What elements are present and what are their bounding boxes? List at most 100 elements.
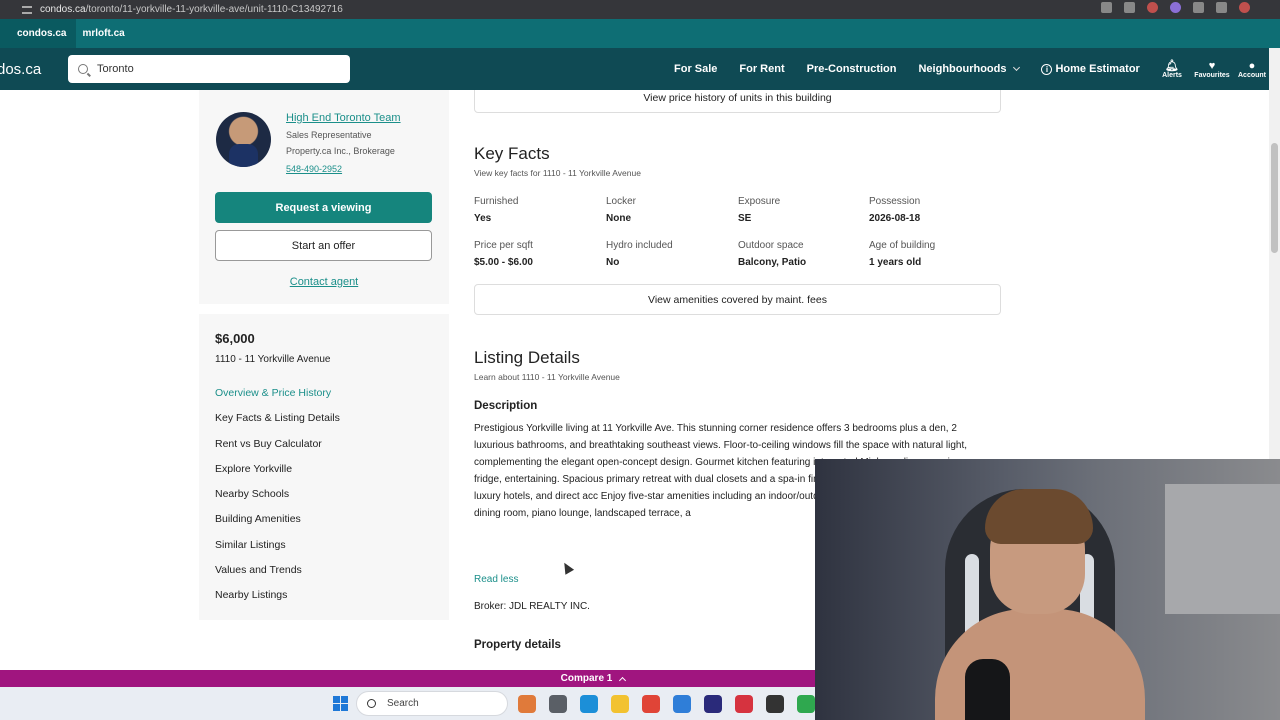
extension-icon[interactable] [1170, 2, 1181, 13]
fact-exposure: Exposure SE [738, 196, 863, 224]
alerts-button[interactable]: 🔔︎ Alerts [1152, 48, 1192, 90]
site-logo[interactable]: dos.ca [0, 61, 68, 78]
header-icons: 🔔︎ Alerts ♥ Favourites ● Account [1152, 48, 1272, 90]
fact-locker: Locker None [606, 196, 731, 224]
section-nav-item[interactable]: Key Facts & Listing Details [215, 412, 340, 437]
fact-label: Possession [869, 196, 921, 207]
file-explorer-icon[interactable] [611, 695, 629, 713]
app-red-icon[interactable] [735, 695, 753, 713]
section-nav-item[interactable]: Values and Trends [215, 564, 340, 589]
fact-label: Hydro included [606, 240, 673, 251]
fact-value: $5.00 - $6.00 [474, 257, 533, 268]
browser-extension-icons [1101, 2, 1250, 13]
nav-for-sale[interactable]: For Sale [674, 63, 717, 75]
edge-icon[interactable] [580, 695, 598, 713]
nav-home-estimator-label: Home Estimator [1055, 63, 1140, 75]
eye-off-icon[interactable] [1101, 2, 1112, 13]
search-input[interactable]: Toronto [68, 55, 350, 83]
fact-label: Price per sqft [474, 240, 533, 251]
url-text[interactable]: condos.ca/toronto/11-yorkville-11-yorkvi… [40, 4, 343, 15]
section-nav-item[interactable]: Rent vs Buy Calculator [215, 438, 340, 463]
nav-neighbourhoods[interactable]: Neighbourhoods [918, 63, 1021, 75]
section-nav-item[interactable]: Nearby Schools [215, 488, 340, 513]
listing-price: $6,000 [215, 331, 255, 346]
drive-icon[interactable] [797, 695, 815, 713]
fact-value: 2026-08-18 [869, 213, 921, 224]
fact-value: No [606, 257, 620, 268]
chevron-down-icon [1013, 63, 1021, 72]
fact-furnished: Furnished Yes [474, 196, 599, 224]
copilot-icon[interactable] [518, 695, 536, 713]
fact-price-per-sqft: Price per sqft $5.00 - $6.00 [474, 240, 599, 268]
agent-role: Sales Representative [286, 130, 372, 140]
fact-value: Yes [474, 213, 492, 224]
info-icon: i [1041, 63, 1053, 75]
scrollbar-thumb[interactable] [1271, 143, 1278, 253]
premiere-icon[interactable] [704, 695, 722, 713]
nav-neighbourhoods-label: Neighbourhoods [918, 63, 1007, 75]
task-view-icon[interactable] [549, 695, 567, 713]
fact-label: Age of building [869, 240, 936, 251]
fact-possession: Possession 2026-08-18 [869, 196, 994, 224]
nav-pre-construction[interactable]: Pre-Construction [807, 63, 897, 75]
windows-start-icon[interactable] [333, 696, 348, 711]
profile-avatar-icon[interactable] [1239, 2, 1250, 13]
section-nav-item[interactable]: Building Amenities [215, 513, 340, 538]
fact-label: Furnished [474, 196, 519, 207]
tab-condos[interactable]: condos.ca [0, 19, 77, 48]
start-offer-button[interactable]: Start an offer [215, 230, 432, 261]
account-button[interactable]: ● Account [1232, 48, 1272, 90]
contact-agent-link[interactable]: Contact agent [199, 276, 449, 288]
section-nav: Overview & Price History Key Facts & Lis… [215, 387, 340, 615]
fact-label: Locker [606, 196, 637, 207]
site-header: dos.ca Toronto For Sale For Rent Pre-Con… [0, 48, 1280, 90]
search-value: Toronto [97, 63, 134, 75]
tab-mrloft[interactable]: mrloft.ca [76, 19, 134, 48]
broker-text: Broker: JDL REALTY INC. [474, 601, 590, 612]
key-facts-subtitle: View key facts for 1110 - 11 Yorkville A… [474, 168, 641, 178]
star-icon[interactable] [1124, 2, 1135, 13]
section-nav-item[interactable]: Explore Yorkville [215, 463, 340, 488]
alerts-label: Alerts [1162, 71, 1182, 79]
listing-sidebar: $6,000 1110 - 11 Yorkville Avenue Overvi… [199, 314, 449, 620]
section-nav-item[interactable]: Similar Listings [215, 539, 340, 564]
fact-label: Outdoor space [738, 240, 804, 251]
site-info-icon[interactable] [22, 5, 32, 14]
section-nav-item[interactable]: Nearby Listings [215, 589, 340, 614]
bookmark-tabs: condos.ca mrloft.ca [0, 19, 1280, 48]
taskbar-apps [518, 695, 846, 713]
request-viewing-button[interactable]: Request a viewing [215, 192, 432, 223]
amenities-button[interactable]: View amenities covered by maint. fees [474, 284, 1001, 315]
puzzle-icon[interactable] [1193, 2, 1204, 13]
nav-for-rent[interactable]: For Rent [739, 63, 784, 75]
agent-card: High End Toronto Team Sales Representati… [199, 90, 449, 304]
favourites-label: Favourites [1194, 71, 1230, 79]
obs-icon[interactable] [766, 695, 784, 713]
description-heading: Description [474, 400, 538, 412]
fact-value: None [606, 213, 631, 224]
agent-name-link[interactable]: High End Toronto Team [286, 112, 401, 124]
agent-phone-link[interactable]: 548-490-2952 [286, 164, 342, 174]
webcam-overlay [815, 459, 1280, 720]
compare-label: Compare 1 [560, 673, 613, 684]
section-nav-item[interactable]: Overview & Price History [215, 387, 340, 412]
heart-icon: ♥ [1208, 59, 1216, 72]
read-less-link[interactable]: Read less [474, 574, 518, 585]
favourites-button[interactable]: ♥ Favourites [1192, 48, 1232, 90]
chrome-icon[interactable] [642, 695, 660, 713]
taskbar-search[interactable]: Search [356, 691, 508, 716]
reading-list-icon[interactable] [1216, 2, 1227, 13]
agent-avatar [216, 112, 271, 167]
price-history-button[interactable]: View price history of units in this buil… [474, 90, 1001, 113]
nav-home-estimator[interactable]: i Home Estimator [1041, 63, 1140, 75]
browser-address-bar[interactable]: condos.ca/toronto/11-yorkville-11-yorkvi… [0, 0, 1280, 19]
store-icon[interactable] [673, 695, 691, 713]
extension-icon[interactable] [1147, 2, 1158, 13]
property-details-heading: Property details [474, 639, 561, 651]
mouse-cursor [559, 560, 575, 575]
agent-brokerage: Property.ca Inc., Brokerage [286, 146, 395, 156]
webcam-person-hair [985, 489, 1093, 544]
fact-hydro: Hydro included No [606, 240, 731, 268]
webcam-room-window [1165, 484, 1280, 614]
search-icon [367, 699, 376, 708]
